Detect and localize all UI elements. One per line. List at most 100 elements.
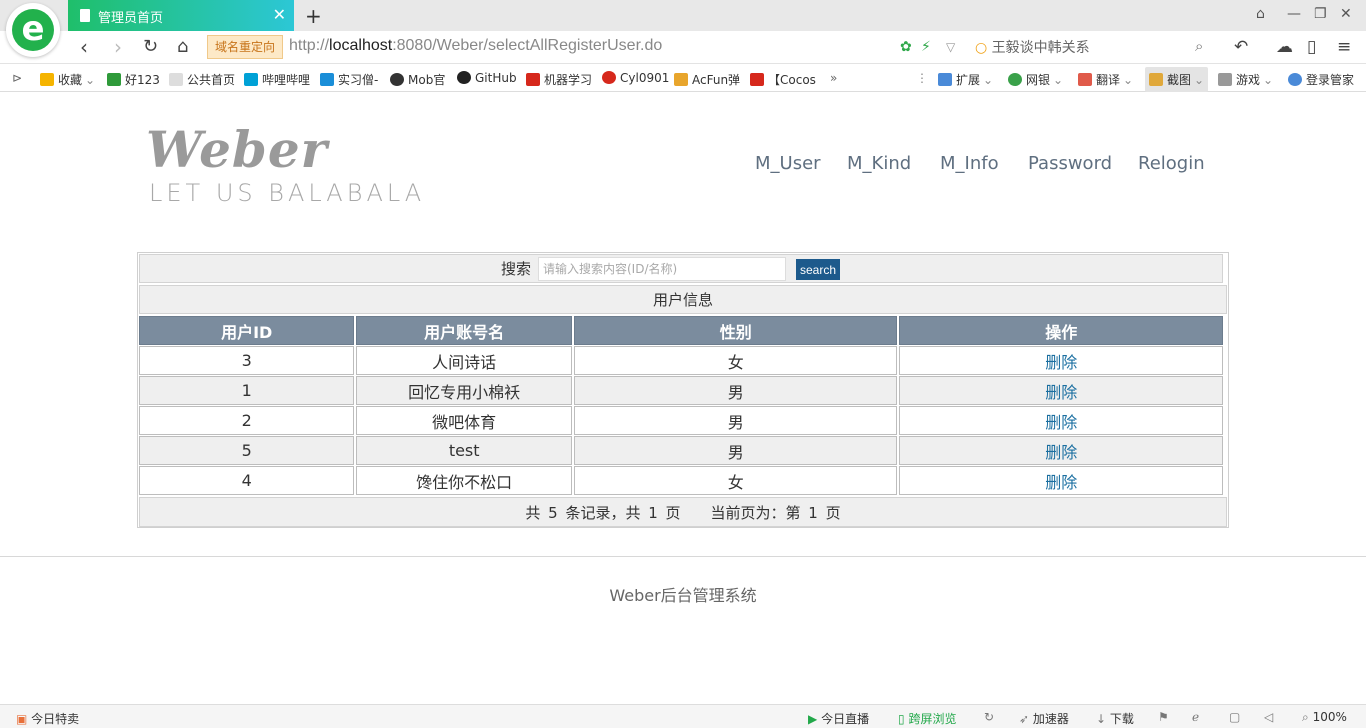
cell-user-name: test	[356, 436, 572, 465]
back-icon[interactable]: ‹	[80, 36, 88, 58]
cell-action: 删除	[899, 466, 1223, 495]
web-search-field[interactable]: ○ 王毅谈中韩关系	[975, 37, 1215, 57]
bookmark-cocos[interactable]: 【Cocos	[750, 71, 816, 88]
nav-m-user[interactable]: M_User	[755, 153, 821, 174]
bookmark-github[interactable]: GitHub	[457, 71, 517, 85]
bookmark-cyl[interactable]: Cyl0901	[602, 71, 669, 85]
search-input[interactable]	[538, 257, 786, 281]
close-window-icon[interactable]: ✕	[1340, 6, 1352, 22]
extensions-icon	[938, 73, 952, 86]
home-icon[interactable]: ⌂	[177, 36, 188, 58]
play-icon: ▶	[808, 712, 818, 726]
tab-admin-home[interactable]: 管理员首页 ✕	[68, 0, 294, 31]
delete-link[interactable]: 删除	[1045, 443, 1077, 462]
url-dropdown-icon[interactable]: ▽	[946, 40, 955, 54]
status-flag-icon[interactable]: ⚑	[1158, 710, 1169, 724]
table-header-row: 用户ID 用户账号名 性别 操作	[139, 316, 1223, 345]
weibo-icon	[602, 71, 616, 84]
delete-link[interactable]: 删除	[1045, 353, 1077, 372]
footer-divider	[0, 556, 1366, 557]
url-field[interactable]: http://localhost:8080/Weber/selectAllReg…	[289, 37, 662, 55]
browser-logo-letter: e	[12, 9, 54, 51]
tool-screenshot[interactable]: 截图 ⌄	[1145, 67, 1209, 92]
csdn-icon	[526, 73, 540, 86]
bookmark-bilibili[interactable]: 哔哩哔哩	[244, 71, 310, 88]
redirect-badge[interactable]: 域名重定向	[207, 35, 283, 59]
nav-password[interactable]: Password	[1028, 153, 1112, 174]
github-icon	[457, 71, 471, 84]
delete-link[interactable]: 删除	[1045, 473, 1077, 492]
browser-logo[interactable]: e	[6, 3, 60, 57]
nav-relogin[interactable]: Relogin	[1138, 153, 1205, 174]
browser-status-bar: ▣ 今日特卖 ▶ 今日直播 ▯ 跨屏浏览 ↻ ➶ 加速器 ↓ 下载 ⚑ ℯ ▢ …	[0, 704, 1366, 728]
more-vertical-icon[interactable]: ⋮	[916, 71, 928, 85]
download-icon: ↓	[1096, 712, 1107, 726]
tool-netbank[interactable]: 网银 ⌄	[1008, 71, 1063, 88]
search-button[interactable]: search	[796, 259, 840, 280]
status-download[interactable]: ↓ 下载	[1096, 710, 1134, 727]
cell-gender: 女	[573, 346, 898, 375]
delete-link[interactable]: 删除	[1045, 413, 1077, 432]
csdn-icon	[750, 73, 764, 86]
column-header-action: 操作	[899, 316, 1223, 345]
status-window-icon[interactable]: ▢	[1229, 710, 1240, 724]
translate-icon	[1078, 73, 1092, 86]
tool-extensions[interactable]: 扩展 ⌄	[938, 71, 993, 88]
status-zoom[interactable]: ⌕ 100%	[1302, 710, 1347, 725]
bookmark-favorites[interactable]: 收藏 ⌄	[40, 71, 95, 88]
bookmarks-bar: ⊳ 收藏 ⌄ 好123 公共首页 哔哩哔哩 实习僧- Mob官 GitHub 机器…	[0, 64, 1366, 92]
delete-link[interactable]: 删除	[1045, 383, 1077, 402]
menu-icon[interactable]: ≡	[1337, 37, 1351, 57]
acfun-icon	[674, 73, 688, 86]
phone-icon[interactable]: ▯	[1307, 37, 1316, 57]
tool-translate[interactable]: 翻译 ⌄	[1078, 71, 1133, 88]
bookmark-acfun[interactable]: AcFun弹	[674, 71, 740, 88]
gift-icon: ▣	[16, 712, 28, 726]
restore-icon[interactable]: ❐	[1314, 6, 1327, 22]
column-header-gender: 性别	[573, 316, 898, 345]
login-manager-icon	[1288, 73, 1302, 86]
search-engine-icon: ○	[975, 40, 988, 56]
table-row: 5 test 男 删除	[139, 436, 1223, 465]
status-sound-icon[interactable]: ◁	[1264, 710, 1273, 724]
cell-user-id: 4	[139, 466, 355, 495]
tool-login-manager[interactable]: 登录管家	[1288, 71, 1354, 88]
speed-icon[interactable]: ⚡	[921, 39, 931, 55]
cell-action: 删除	[899, 346, 1223, 375]
status-live[interactable]: ▶ 今日直播	[808, 710, 869, 727]
sidebar-toggle-icon[interactable]: ⊳	[12, 71, 22, 85]
undo-icon[interactable]: ↶	[1234, 37, 1248, 57]
security-icon[interactable]: ✿	[900, 39, 912, 55]
tool-games[interactable]: 游戏 ⌄	[1218, 71, 1273, 88]
address-bar: ‹ › ↻ ⌂ 域名重定向 http://localhost:8080/Webe…	[0, 31, 1366, 64]
bookmark-mob[interactable]: Mob官	[390, 71, 445, 88]
forward-icon[interactable]: ›	[114, 36, 122, 58]
status-refresh-icon[interactable]: ↻	[984, 710, 994, 724]
cell-user-name: 人间诗话	[356, 346, 572, 375]
cell-user-id: 5	[139, 436, 355, 465]
cloud-icon[interactable]: ☁	[1276, 37, 1293, 57]
new-tab-button[interactable]: +	[305, 4, 322, 28]
bookmark-shixiseng[interactable]: 实习僧-	[320, 71, 378, 88]
status-accelerator[interactable]: ➶ 加速器	[1019, 710, 1069, 727]
bookmark-hao123[interactable]: 好123	[107, 71, 160, 88]
url-prefix: http://	[289, 37, 330, 54]
search-icon[interactable]: ⌕	[1195, 37, 1203, 55]
cell-user-id: 1	[139, 376, 355, 405]
more-bookmarks-icon[interactable]: »	[830, 71, 837, 85]
minimize-icon[interactable]: —	[1287, 6, 1301, 22]
bookmark-ml[interactable]: 机器学习	[526, 71, 592, 88]
skin-icon[interactable]: ⌂	[1256, 6, 1265, 22]
reload-icon[interactable]: ↻	[143, 36, 158, 58]
nav-m-info[interactable]: M_Info	[940, 153, 999, 174]
tab-close-icon[interactable]: ✕	[273, 5, 286, 24]
cell-action: 删除	[899, 436, 1223, 465]
status-cross-screen[interactable]: ▯ 跨屏浏览	[898, 710, 956, 727]
page-icon	[80, 9, 90, 22]
status-ie-icon[interactable]: ℯ	[1192, 710, 1199, 724]
nav-m-kind[interactable]: M_Kind	[847, 153, 911, 174]
site-logo[interactable]: Weber	[146, 124, 328, 176]
status-deals[interactable]: ▣ 今日特卖	[16, 710, 79, 727]
bookmark-public-home[interactable]: 公共首页	[169, 71, 235, 88]
tab-title: 管理员首页	[98, 11, 164, 26]
